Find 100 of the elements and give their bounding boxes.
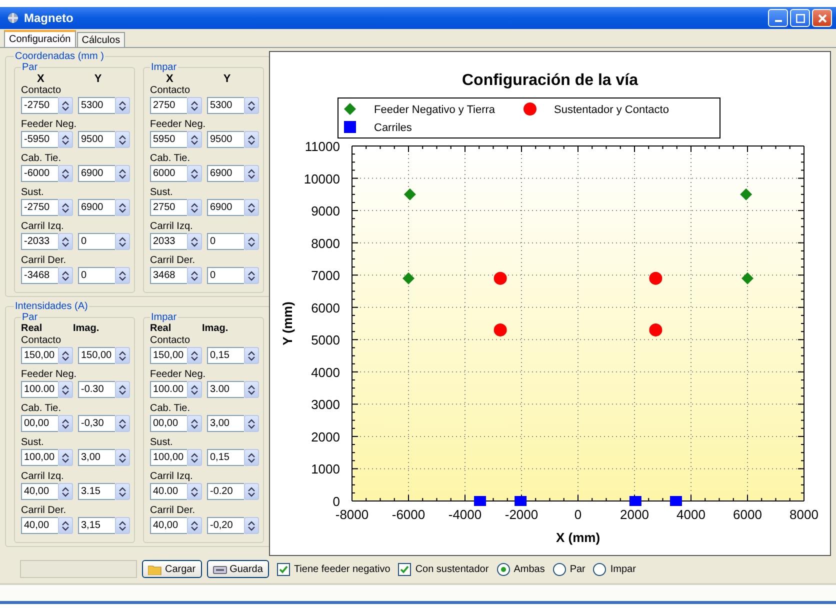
number-field[interactable]: -6000 bbox=[21, 165, 58, 182]
spin-button[interactable] bbox=[58, 483, 73, 500]
number-field[interactable]: 2750 bbox=[150, 97, 187, 114]
number-field[interactable]: 0,15 bbox=[207, 347, 244, 364]
spin-button[interactable] bbox=[115, 233, 130, 250]
spin-button[interactable] bbox=[58, 97, 73, 114]
action-button[interactable]: Cargar bbox=[142, 560, 202, 578]
spin-button[interactable] bbox=[187, 381, 202, 398]
radio-button[interactable] bbox=[496, 562, 510, 576]
spin-button[interactable] bbox=[244, 415, 259, 432]
spin-button[interactable] bbox=[187, 97, 202, 114]
spin-button[interactable] bbox=[244, 131, 259, 148]
spin-button[interactable] bbox=[58, 381, 73, 398]
number-field[interactable]: 0 bbox=[207, 267, 244, 284]
spin-button[interactable] bbox=[58, 517, 73, 534]
number-field[interactable]: 3.00 bbox=[207, 381, 244, 398]
text-field[interactable] bbox=[20, 560, 137, 578]
spin-button[interactable] bbox=[115, 97, 130, 114]
spin-button[interactable] bbox=[115, 415, 130, 432]
number-field[interactable]: 6000 bbox=[150, 165, 187, 182]
radio-button[interactable] bbox=[552, 562, 566, 576]
tab[interactable]: Cálculos bbox=[76, 32, 126, 47]
number-field[interactable]: 3,00 bbox=[78, 449, 115, 466]
minimize-button[interactable] bbox=[768, 9, 788, 27]
number-field[interactable]: 5300 bbox=[78, 97, 115, 114]
spin-button[interactable] bbox=[115, 131, 130, 148]
number-field[interactable]: 3.15 bbox=[78, 483, 115, 500]
number-field[interactable]: 40,00 bbox=[150, 517, 187, 534]
spin-button[interactable] bbox=[58, 165, 73, 182]
spin-button[interactable] bbox=[115, 199, 130, 216]
number-field[interactable]: 2033 bbox=[150, 233, 187, 250]
number-field[interactable]: -0.20 bbox=[207, 483, 244, 500]
number-field[interactable]: -0,20 bbox=[207, 517, 244, 534]
spin-button[interactable] bbox=[115, 165, 130, 182]
spin-button[interactable] bbox=[115, 381, 130, 398]
number-field[interactable]: -0,30 bbox=[78, 415, 115, 432]
number-field[interactable]: 100,00 bbox=[21, 449, 58, 466]
maximize-button[interactable] bbox=[790, 9, 810, 27]
spin-button[interactable] bbox=[115, 347, 130, 364]
number-field[interactable]: 40,00 bbox=[21, 483, 58, 500]
number-field[interactable]: 150,00 bbox=[150, 347, 187, 364]
number-field[interactable]: -3468 bbox=[21, 267, 58, 284]
spin-button[interactable] bbox=[187, 267, 202, 284]
spin-button[interactable] bbox=[58, 415, 73, 432]
spin-button[interactable] bbox=[115, 449, 130, 466]
spin-button[interactable] bbox=[244, 199, 259, 216]
number-field[interactable]: -2750 bbox=[21, 199, 58, 216]
number-field[interactable]: -5950 bbox=[21, 131, 58, 148]
spin-button[interactable] bbox=[244, 381, 259, 398]
number-field[interactable]: 3,15 bbox=[78, 517, 115, 534]
spin-button[interactable] bbox=[244, 267, 259, 284]
spin-button[interactable] bbox=[244, 483, 259, 500]
number-field[interactable]: 6900 bbox=[207, 165, 244, 182]
number-field[interactable]: 3,00 bbox=[207, 415, 244, 432]
number-field[interactable]: 150,00 bbox=[78, 347, 115, 364]
spin-button[interactable] bbox=[244, 97, 259, 114]
number-field[interactable]: 00,00 bbox=[150, 415, 187, 432]
spin-button[interactable] bbox=[187, 483, 202, 500]
number-field[interactable]: 9500 bbox=[207, 131, 244, 148]
number-field[interactable]: 3468 bbox=[150, 267, 187, 284]
spin-button[interactable] bbox=[244, 517, 259, 534]
number-field[interactable]: 2750 bbox=[150, 199, 187, 216]
spin-button[interactable] bbox=[244, 449, 259, 466]
spin-button[interactable] bbox=[187, 165, 202, 182]
number-field[interactable]: 150,00 bbox=[21, 347, 58, 364]
spin-button[interactable] bbox=[115, 517, 130, 534]
spin-button[interactable] bbox=[244, 347, 259, 364]
number-field[interactable]: -2750 bbox=[21, 97, 58, 114]
spin-button[interactable] bbox=[58, 199, 73, 216]
spin-button[interactable] bbox=[115, 267, 130, 284]
close-button[interactable] bbox=[812, 9, 832, 27]
action-button[interactable]: Guarda bbox=[206, 560, 269, 578]
number-field[interactable]: 0 bbox=[207, 233, 244, 250]
spin-button[interactable] bbox=[58, 449, 73, 466]
number-field[interactable]: -0.30 bbox=[78, 381, 115, 398]
number-field[interactable]: 0 bbox=[78, 267, 115, 284]
number-field[interactable]: 00,00 bbox=[21, 415, 58, 432]
spin-button[interactable] bbox=[244, 165, 259, 182]
number-field[interactable]: 5300 bbox=[207, 97, 244, 114]
number-field[interactable]: 40,00 bbox=[21, 517, 58, 534]
spin-button[interactable] bbox=[187, 233, 202, 250]
number-field[interactable]: 40.00 bbox=[150, 483, 187, 500]
spin-button[interactable] bbox=[244, 233, 259, 250]
number-field[interactable]: 100.00 bbox=[150, 381, 187, 398]
number-field[interactable]: 100.00 bbox=[21, 381, 58, 398]
spin-button[interactable] bbox=[58, 267, 73, 284]
number-field[interactable]: 5950 bbox=[150, 131, 187, 148]
checkbox[interactable] bbox=[276, 562, 290, 576]
number-field[interactable]: 0,15 bbox=[207, 449, 244, 466]
number-field[interactable]: 6900 bbox=[78, 199, 115, 216]
spin-button[interactable] bbox=[187, 347, 202, 364]
spin-button[interactable] bbox=[187, 517, 202, 534]
number-field[interactable]: 9500 bbox=[78, 131, 115, 148]
spin-button[interactable] bbox=[187, 449, 202, 466]
spin-button[interactable] bbox=[187, 199, 202, 216]
spin-button[interactable] bbox=[58, 131, 73, 148]
radio-button[interactable] bbox=[593, 562, 606, 576]
number-field[interactable]: 100,00 bbox=[150, 449, 187, 466]
number-field[interactable]: 0 bbox=[78, 233, 115, 250]
number-field[interactable]: -2033 bbox=[21, 233, 58, 250]
